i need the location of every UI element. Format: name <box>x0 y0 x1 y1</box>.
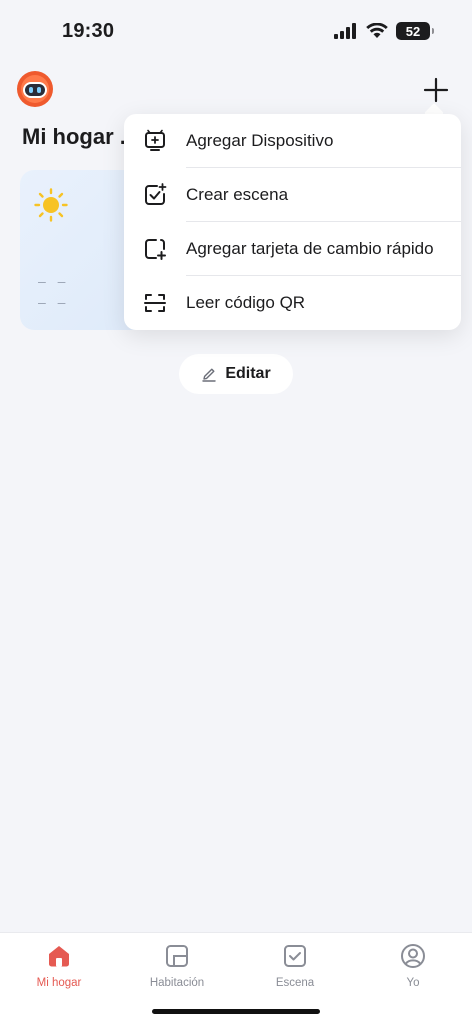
profile-icon <box>401 944 425 968</box>
weather-label-placeholder: – – <box>38 294 70 310</box>
home-indicator <box>152 1009 320 1014</box>
tab-yo[interactable]: Yo <box>354 941 472 997</box>
plus-icon <box>423 77 449 103</box>
edit-button-label: Editar <box>225 365 271 382</box>
battery-icon: 52 <box>396 22 434 40</box>
tab-label: Mi hogar <box>36 977 82 989</box>
pencil-icon <box>202 368 217 382</box>
sun-icon <box>34 188 68 222</box>
status-bar: 19:30 52 <box>0 0 472 60</box>
page-title[interactable]: Mi hogar . <box>22 124 126 150</box>
scene-icon <box>284 945 306 967</box>
home-icon <box>49 946 69 967</box>
add-device-icon <box>145 129 165 151</box>
add-menu-dropdown: Agregar Dispositivo Crear escena Agregar… <box>124 114 461 330</box>
menu-item-label: Crear escena <box>186 185 289 204</box>
tab-escena[interactable]: Escena <box>236 941 354 997</box>
status-time: 19:30 <box>62 20 115 42</box>
tab-mi-hogar[interactable]: Mi hogar <box>0 941 118 997</box>
qr-scan-icon <box>144 294 166 312</box>
menu-item-label: Agregar Dispositivo <box>186 131 334 150</box>
room-icon <box>166 945 188 967</box>
add-card-icon <box>145 239 166 260</box>
signal-icon <box>334 23 356 39</box>
battery-level: 52 <box>405 23 421 39</box>
tab-label: Habitación <box>149 977 205 989</box>
create-scene-icon <box>145 183 167 205</box>
tab-habitacion[interactable]: Habitación <box>118 941 236 997</box>
menu-item-add-quick-card[interactable]: Agregar tarjeta de cambio rápido <box>124 222 461 276</box>
tab-label: Escena <box>275 977 315 989</box>
weather-value-placeholder: – – <box>38 273 70 289</box>
add-button[interactable] <box>420 74 452 106</box>
menu-item-add-device[interactable]: Agregar Dispositivo <box>124 114 461 168</box>
edit-button[interactable]: Editar <box>179 354 293 394</box>
tab-label: Yo <box>406 977 420 989</box>
menu-item-create-scene[interactable]: Crear escena <box>124 168 461 222</box>
menu-item-label: Leer código QR <box>186 293 306 312</box>
status-icons: 52 <box>334 22 434 40</box>
menu-item-scan-qr[interactable]: Leer código QR <box>124 276 461 330</box>
robot-avatar-icon[interactable] <box>16 70 54 108</box>
wifi-icon <box>366 23 388 38</box>
menu-item-label: Agregar tarjeta de cambio rápido <box>186 239 434 258</box>
